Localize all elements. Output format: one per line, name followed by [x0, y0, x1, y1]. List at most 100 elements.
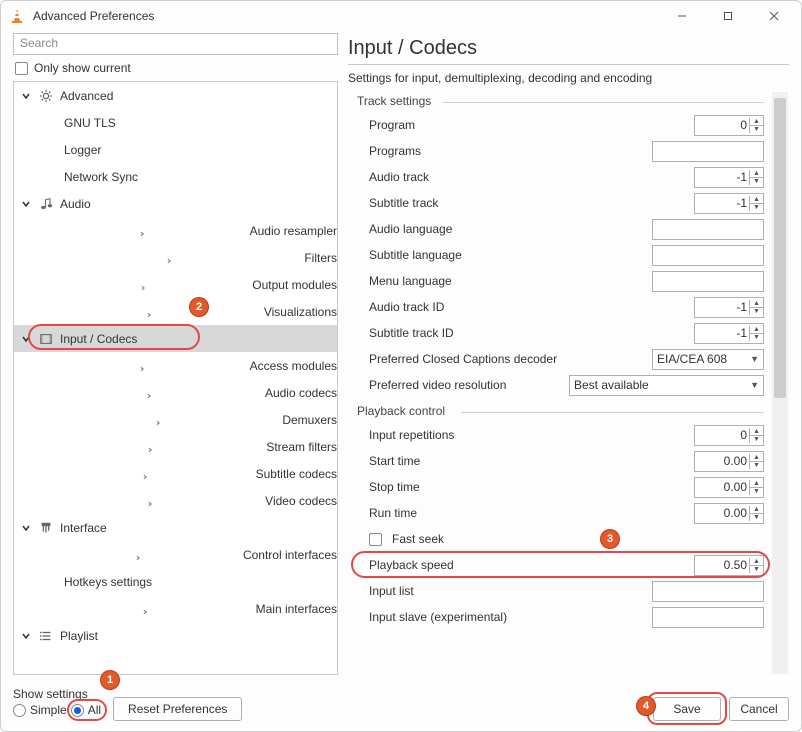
reset-preferences-button[interactable]: Reset Preferences	[113, 697, 242, 721]
chevron-down-icon[interactable]	[20, 90, 32, 102]
fast-seek-checkbox[interactable]	[369, 533, 382, 546]
tree-node-label: Audio resampler	[250, 224, 337, 238]
cc-decoder-select[interactable]: EIA/CEA 608▼	[652, 349, 764, 370]
tree-node-label: GNU TLS	[64, 116, 116, 130]
tree-node-label: Network Sync	[64, 170, 138, 184]
subtitle-track-id-input[interactable]: -1▲▼	[694, 323, 764, 344]
input-list-input[interactable]	[652, 581, 764, 602]
chevron-right-icon[interactable]	[40, 225, 244, 237]
annotation-badge-2: 2	[190, 298, 208, 316]
show-settings-label: Show settings	[13, 687, 101, 701]
settings-scrollbar[interactable]	[772, 92, 788, 674]
search-input[interactable]: Search	[13, 33, 338, 55]
start-time-input[interactable]: 0.00▲▼	[694, 451, 764, 472]
tree-node-audio[interactable]: Audio	[14, 190, 337, 217]
tree-node-output-modules[interactable]: Output modules	[14, 271, 337, 298]
chevron-right-icon[interactable]	[40, 441, 260, 453]
left-pane: Search Only show current Advanced GNU TLS…	[13, 31, 338, 675]
show-settings-simple-radio[interactable]	[13, 704, 26, 717]
tree-node-label: Audio	[60, 197, 91, 211]
tree-node-playlist[interactable]: Playlist	[14, 622, 337, 649]
chevron-right-icon[interactable]	[40, 306, 258, 318]
playback-speed-label: Playback speed	[369, 558, 688, 572]
tree-node-label: Input / Codecs	[60, 332, 137, 346]
input-list-label: Input list	[369, 584, 646, 598]
tree-node-label: Audio codecs	[265, 386, 337, 400]
programs-input[interactable]	[652, 141, 764, 162]
titlebar: Advanced Preferences	[1, 1, 801, 31]
chevron-down-icon[interactable]	[20, 522, 32, 534]
show-settings-all-radio[interactable]	[71, 704, 84, 717]
chevron-down-icon[interactable]	[20, 198, 32, 210]
cancel-button[interactable]: Cancel	[729, 697, 789, 721]
menu-language-input[interactable]	[652, 271, 764, 292]
tree-node-label: Filters	[304, 251, 337, 265]
chevron-right-icon[interactable]	[40, 549, 237, 561]
audio-track-input[interactable]: -1▲▼	[694, 167, 764, 188]
chevron-right-icon[interactable]	[40, 279, 246, 291]
group-track-settings: Track settings	[349, 92, 764, 112]
settings-scroll-area: Track settings Program0▲▼ Programs Audio…	[349, 92, 772, 674]
video-res-label: Preferred video resolution	[369, 378, 563, 392]
subtitle-language-label: Subtitle language	[369, 248, 646, 262]
audio-track-id-input[interactable]: -1▲▼	[694, 297, 764, 318]
run-time-input[interactable]: 0.00▲▼	[694, 503, 764, 524]
tree-node-subtitle-codecs[interactable]: Subtitle codecs	[14, 460, 337, 487]
tree-node-advanced[interactable]: Advanced	[14, 82, 337, 109]
playback-speed-input[interactable]: 0.50▲▼	[694, 555, 764, 576]
tree-node-filters[interactable]: Filters	[14, 244, 337, 271]
tree-node-demuxers[interactable]: Demuxers	[14, 406, 337, 433]
cc-decoder-label: Preferred Closed Captions decoder	[369, 352, 646, 366]
chevron-right-icon[interactable]	[40, 387, 259, 399]
tree-node-gnu-tls[interactable]: GNU TLS	[14, 109, 337, 136]
save-button[interactable]: Save	[653, 697, 721, 721]
tree-node-hotkeys-settings[interactable]: Hotkeys settings	[14, 568, 337, 595]
chevron-down-icon[interactable]	[20, 333, 32, 345]
annotation-badge-3: 3	[601, 530, 619, 548]
subtitle-track-input[interactable]: -1▲▼	[694, 193, 764, 214]
tree-node-logger[interactable]: Logger	[14, 136, 337, 163]
chevron-right-icon[interactable]	[40, 495, 259, 507]
gear-icon	[38, 88, 54, 104]
chevron-down-icon[interactable]	[20, 630, 32, 642]
program-input[interactable]: 0▲▼	[694, 115, 764, 136]
tree-node-label: Access modules	[250, 359, 337, 373]
chevron-right-icon[interactable]	[40, 414, 276, 426]
subtitle-track-id-label: Subtitle track ID	[369, 326, 688, 340]
vlc-icon	[9, 8, 25, 24]
input-slave-input[interactable]	[652, 607, 764, 628]
chevron-right-icon[interactable]	[40, 252, 298, 264]
tree-node-visualizations[interactable]: Visualizations	[14, 298, 337, 325]
audio-language-input[interactable]	[652, 219, 764, 240]
close-button[interactable]	[751, 1, 797, 31]
input-repetitions-input[interactable]: 0▲▼	[694, 425, 764, 446]
footer: Show settings Simple All 1 Reset Prefere…	[1, 675, 801, 731]
tree-node-label: Output modules	[252, 278, 337, 292]
tree-node-input-codecs[interactable]: Input / Codecs	[14, 325, 337, 352]
tree-node-label: Interface	[60, 521, 107, 535]
tree-node-video-codecs[interactable]: Video codecs	[14, 487, 337, 514]
subtitle-language-input[interactable]	[652, 245, 764, 266]
category-tree[interactable]: Advanced GNU TLS Logger Network Sync Audio Au…	[13, 81, 338, 675]
maximize-button[interactable]	[705, 1, 751, 31]
page-title: Input / Codecs	[348, 37, 789, 62]
chevron-right-icon[interactable]	[40, 360, 244, 372]
tree-node-interface[interactable]: Interface	[14, 514, 337, 541]
tree-node-main-interfaces[interactable]: Main interfaces	[14, 595, 337, 622]
audio-language-label: Audio language	[369, 222, 646, 236]
tree-node-audio-resampler[interactable]: Audio resampler	[14, 217, 337, 244]
only-show-current-checkbox[interactable]	[15, 62, 28, 75]
input-slave-label: Input slave (experimental)	[369, 610, 646, 624]
tree-node-control-interfaces[interactable]: Control interfaces	[14, 541, 337, 568]
chevron-right-icon[interactable]	[40, 603, 250, 615]
minimize-button[interactable]	[659, 1, 705, 31]
tree-node-audio-codecs[interactable]: Audio codecs	[14, 379, 337, 406]
audio-track-id-label: Audio track ID	[369, 300, 688, 314]
chevron-right-icon[interactable]	[40, 468, 250, 480]
video-res-select[interactable]: Best available▼	[569, 375, 764, 396]
tree-node-network-sync[interactable]: Network Sync	[14, 163, 337, 190]
only-show-current-label: Only show current	[34, 61, 131, 75]
tree-node-stream-filters[interactable]: Stream filters	[14, 433, 337, 460]
tree-node-access-modules[interactable]: Access modules	[14, 352, 337, 379]
stop-time-input[interactable]: 0.00▲▼	[694, 477, 764, 498]
